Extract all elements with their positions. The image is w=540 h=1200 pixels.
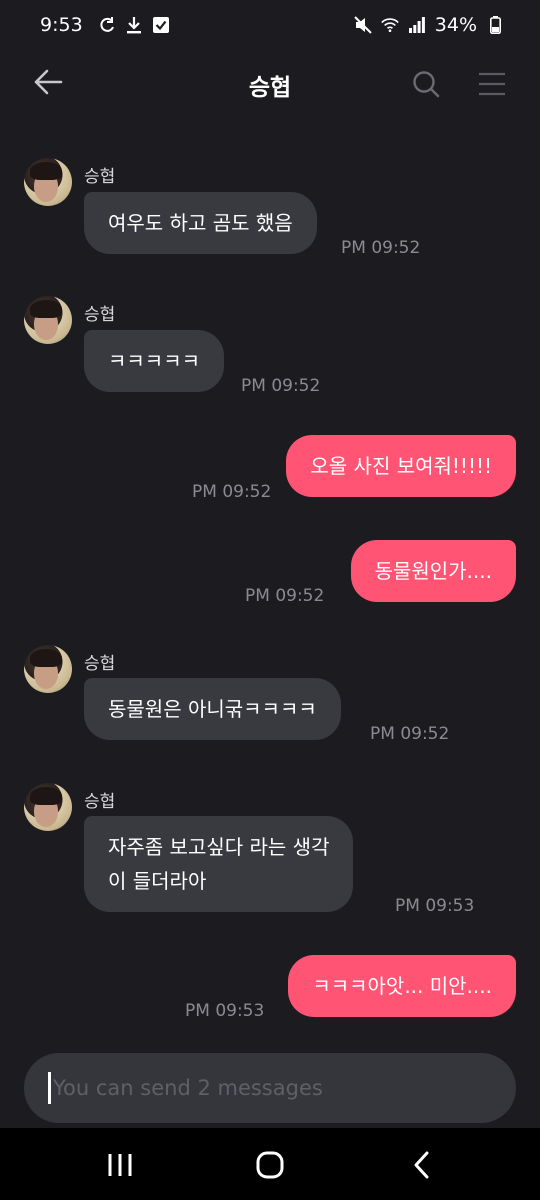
status-left: 9:53	[40, 14, 170, 36]
wifi-icon	[380, 16, 399, 34]
battery-icon	[486, 16, 504, 34]
message-composer[interactable]	[24, 1053, 516, 1123]
checkbox-icon	[152, 16, 170, 34]
message-input[interactable]	[53, 1076, 473, 1100]
menu-button[interactable]	[474, 66, 510, 102]
sender-name: 승협	[84, 654, 116, 674]
message-text-line: 이 들더라아	[108, 869, 207, 893]
text-cursor	[48, 1072, 51, 1104]
nav-back-button[interactable]	[402, 1148, 442, 1182]
recents-icon	[108, 1154, 132, 1176]
message-time: PM 09:53	[185, 1001, 265, 1021]
avatar[interactable]	[24, 645, 72, 693]
system-nav-bar	[0, 1128, 540, 1200]
status-bar: 9:53 34%	[0, 0, 540, 50]
message-bubble-outgoing[interactable]: 오올 사진 보여줘!!!!!	[286, 435, 516, 497]
avatar[interactable]	[24, 783, 72, 831]
home-button[interactable]	[250, 1148, 290, 1182]
menu-icon	[479, 72, 505, 96]
signal-icon	[408, 16, 426, 34]
message-time: PM 09:52	[341, 238, 421, 258]
message-time: PM 09:52	[245, 586, 325, 606]
message-bubble-outgoing[interactable]: ㅋㅋㅋ아앗... 미안....	[288, 955, 516, 1017]
back-icon	[414, 1151, 429, 1179]
message-list[interactable]: 승협 여우도 하고 곰도 했음 PM 09:52 승협 ㅋㅋㅋㅋㅋ PM 09:…	[0, 114, 540, 1044]
search-icon	[413, 71, 440, 98]
chat-title: 승협	[248, 75, 292, 101]
sender-name: 승협	[84, 305, 116, 325]
chat-header: 승협	[0, 50, 540, 114]
sync-icon	[98, 16, 116, 34]
sender-name: 승협	[84, 167, 116, 187]
download-icon	[125, 16, 143, 34]
avatar[interactable]	[24, 296, 72, 344]
message-time: PM 09:53	[395, 896, 475, 916]
home-icon	[256, 1151, 284, 1179]
mute-icon	[354, 16, 372, 34]
message-bubble-incoming[interactable]: 동물원은 아니굮ㅋㅋㅋㅋ	[84, 678, 341, 740]
status-right: 34%	[354, 14, 504, 36]
message-bubble-incoming[interactable]: ㅋㅋㅋㅋㅋ	[84, 330, 224, 392]
message-time: PM 09:52	[241, 376, 321, 396]
battery-percent: 34%	[434, 14, 477, 36]
message-time: PM 09:52	[192, 482, 272, 502]
message-text-line: 자주좀 보고싶다 라는 생각	[108, 835, 330, 859]
message-bubble-incoming[interactable]: 자주좀 보고싶다 라는 생각 이 들더라아	[84, 816, 354, 912]
message-bubble-incoming[interactable]: 여우도 하고 곰도 했음	[84, 192, 317, 254]
avatar[interactable]	[24, 158, 72, 206]
status-time: 9:53	[40, 14, 83, 36]
search-button[interactable]	[408, 66, 444, 102]
message-bubble-outgoing[interactable]: 동물원인가....	[350, 540, 516, 602]
recents-button[interactable]	[100, 1150, 140, 1180]
message-time: PM 09:52	[370, 724, 450, 744]
sender-name: 승협	[84, 792, 116, 812]
